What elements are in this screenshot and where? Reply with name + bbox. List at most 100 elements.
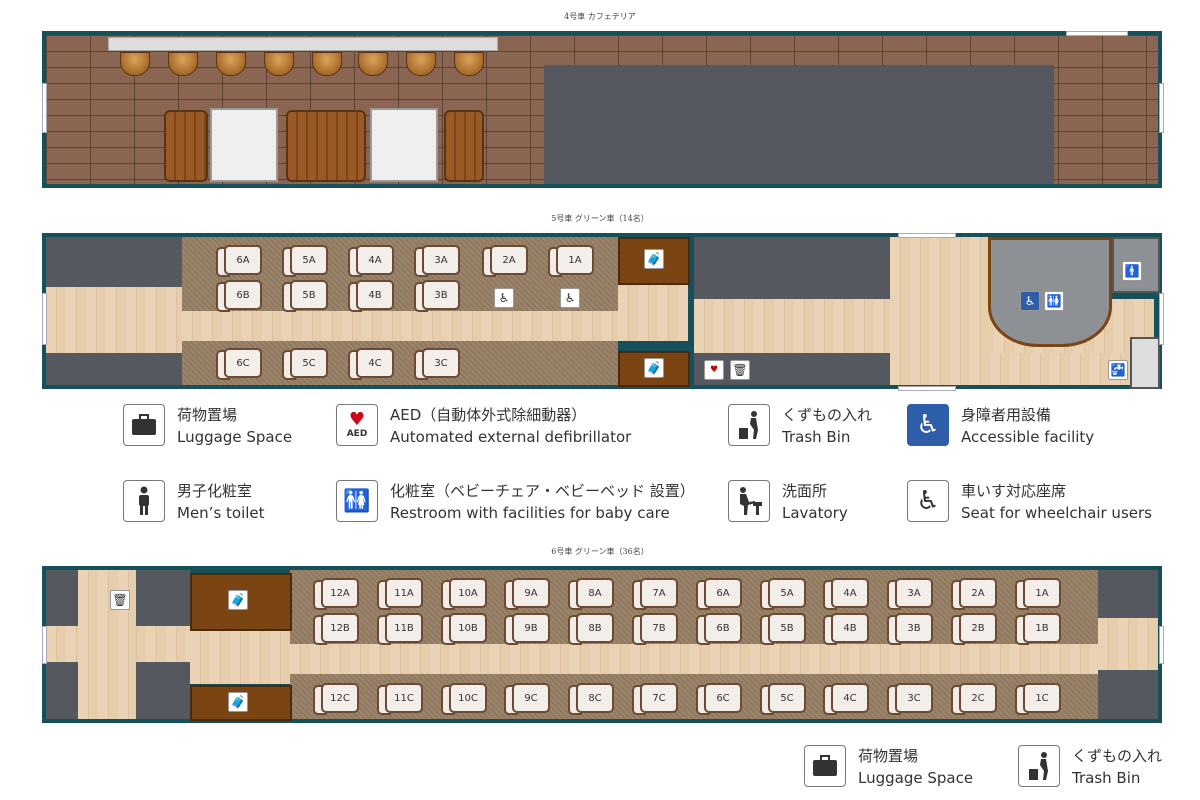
trash-icon <box>1018 745 1060 787</box>
bench-seat[interactable] <box>164 110 208 182</box>
seat-8B[interactable]: 8B <box>568 613 618 645</box>
bench-seat[interactable] <box>444 110 484 182</box>
seat-5C[interactable]: 5C <box>282 348 332 380</box>
seat-label: 1C <box>1023 683 1061 713</box>
legend-luggage-en: Luggage Space <box>177 428 293 446</box>
seat-5A[interactable]: 5A <box>760 578 810 610</box>
wheelchair-icon: ♿ <box>907 480 949 522</box>
seat-1C[interactable]: 1C <box>1015 683 1065 715</box>
luggage-icon: 🧳 <box>644 358 664 378</box>
mens-toilet-icon: 🚹 <box>1122 261 1142 281</box>
seat-1B[interactable]: 1B <box>1015 613 1065 645</box>
seat-5B[interactable]: 5B <box>282 280 332 312</box>
car6-caption: 6号車 グリーン車（36名） <box>551 547 649 556</box>
seat-11B[interactable]: 11B <box>377 613 427 645</box>
seat-3A[interactable]: 3A <box>414 245 464 277</box>
legend-accessible-en: Accessible facility <box>961 428 1095 446</box>
seat-12A[interactable]: 12A <box>313 578 363 610</box>
seat-5B[interactable]: 5B <box>760 613 810 645</box>
legend-lavatory-ja: 洗面所 <box>782 482 828 500</box>
seat-label: 5B <box>768 613 806 643</box>
seat-6B[interactable]: 6B <box>696 613 746 645</box>
wheelchair-icon: ♿ <box>494 288 514 308</box>
legend2-luggage-en: Luggage Space <box>858 769 974 787</box>
seat-6A[interactable]: 6A <box>216 245 266 277</box>
legend-accessible-ja: 身障者用設備 <box>961 406 1052 424</box>
seat-3B[interactable]: 3B <box>414 280 464 312</box>
luggage-icon: 🧳 <box>228 590 248 610</box>
seat-6A[interactable]: 6A <box>696 578 746 610</box>
bench-seat[interactable] <box>286 110 366 182</box>
seat-7A[interactable]: 7A <box>632 578 682 610</box>
legend-restroom-en: Restroom with facilities for baby care <box>390 504 670 522</box>
aisle <box>190 644 1098 674</box>
seat-label: 3A <box>895 578 933 608</box>
seat-2C[interactable]: 2C <box>951 683 1001 715</box>
seat-4C[interactable]: 4C <box>823 683 873 715</box>
seat-12C[interactable]: 12C <box>313 683 363 715</box>
legend-accessible: ♿ 身障者用設備 Accessible facility <box>907 404 1094 448</box>
seat-9C[interactable]: 9C <box>504 683 554 715</box>
seat-2A[interactable]: 2A <box>482 245 532 277</box>
seat-label: 6A <box>704 578 742 608</box>
seat-4A[interactable]: 4A <box>823 578 873 610</box>
seat-label: 8C <box>576 683 614 713</box>
seat-11A[interactable]: 11A <box>377 578 427 610</box>
seat-1A[interactable]: 1A <box>548 245 598 277</box>
legend-lavatory-en: Lavatory <box>782 504 848 522</box>
seat-4B[interactable]: 4B <box>823 613 873 645</box>
seat-3A[interactable]: 3A <box>887 578 937 610</box>
seat-8C[interactable]: 8C <box>568 683 618 715</box>
seat-3C[interactable]: 3C <box>887 683 937 715</box>
legend-wheelchair-ja: 車いす対応座席 <box>961 482 1067 500</box>
legend2-trash-en: Trash Bin <box>1072 769 1141 787</box>
seat-label: 11A <box>385 578 423 608</box>
aed-label: AED <box>346 429 368 439</box>
accessible-icon: ♿ <box>907 404 949 446</box>
seat-1A[interactable]: 1A <box>1015 578 1065 610</box>
restroom-icon: 🚻 <box>336 480 378 522</box>
seat-3C[interactable]: 3C <box>414 348 464 380</box>
seat-4C[interactable]: 4C <box>348 348 398 380</box>
seat-label: 10A <box>449 578 487 608</box>
compartment-bottom <box>136 662 190 719</box>
legend-restroom-ja: 化粧室（ベビーチェア・ベビーベッド 設置） <box>390 482 695 500</box>
seat-12B[interactable]: 12B <box>313 613 363 645</box>
seat-6C[interactable]: 6C <box>696 683 746 715</box>
seat-9A[interactable]: 9A <box>504 578 554 610</box>
seat-2A[interactable]: 2A <box>951 578 1001 610</box>
seat-label: 11C <box>385 683 423 713</box>
door-left <box>42 83 47 133</box>
seat-8A[interactable]: 8A <box>568 578 618 610</box>
vestibule-right-upper <box>890 237 990 353</box>
seat-9B[interactable]: 9B <box>504 613 554 645</box>
seat-label: 7A <box>640 578 678 608</box>
seat-label: 10B <box>449 613 487 643</box>
seat-label: 4C <box>831 683 869 713</box>
seat-11C[interactable]: 11C <box>377 683 427 715</box>
seat-2B[interactable]: 2B <box>951 613 1001 645</box>
seat-4B[interactable]: 4B <box>348 280 398 312</box>
vestibule-top-left <box>46 237 182 287</box>
door-left <box>42 293 47 345</box>
legend-trash: くずもの入れ Trash Bin <box>728 404 872 448</box>
seat-10A[interactable]: 10A <box>441 578 491 610</box>
seat-7B[interactable]: 7B <box>632 613 682 645</box>
seat-6C[interactable]: 6C <box>216 348 266 380</box>
seat-label: 2A <box>959 578 997 608</box>
seat-4A[interactable]: 4A <box>348 245 398 277</box>
seat-label: 7C <box>640 683 678 713</box>
legend-aed-en: Automated external defibrillator <box>390 428 632 446</box>
seat-10C[interactable]: 10C <box>441 683 491 715</box>
seat-label: 10C <box>449 683 487 713</box>
seat-label: 11B <box>385 613 423 643</box>
legend-trash-ja: くずもの入れ <box>782 406 873 424</box>
seat-3B[interactable]: 3B <box>887 613 937 645</box>
seat-5A[interactable]: 5A <box>282 245 332 277</box>
seat-7C[interactable]: 7C <box>632 683 682 715</box>
seat-10B[interactable]: 10B <box>441 613 491 645</box>
seat-5C[interactable]: 5C <box>760 683 810 715</box>
seat-6B[interactable]: 6B <box>216 280 266 312</box>
lavatory-room[interactable] <box>1130 337 1160 389</box>
car5-caption: 5号車 グリーン車（14名） <box>551 214 649 223</box>
